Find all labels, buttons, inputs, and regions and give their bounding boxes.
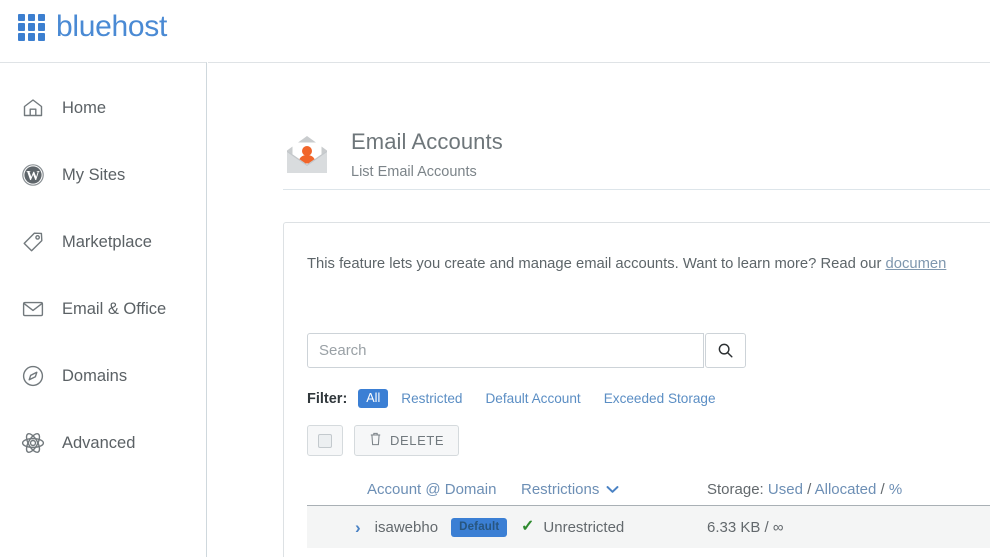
table-row[interactable]: › isawebho Default ✓ Unrestricted 6.33 K… [307, 506, 990, 548]
envelope-icon [20, 296, 46, 322]
compass-icon [20, 363, 46, 389]
sidebar-item-label: Domains [62, 366, 128, 385]
checkbox-icon [318, 433, 332, 448]
sidebar-item-my-sites[interactable]: W My Sites [0, 152, 206, 198]
column-header-account[interactable]: Account @ Domain [307, 481, 521, 498]
main-content: Email Accounts List Email Accounts This … [208, 62, 990, 557]
page-header: Email Accounts List Email Accounts [283, 127, 990, 180]
feature-description: This feature lets you create and manage … [307, 254, 946, 275]
storage-separator-2: / [880, 480, 885, 498]
sidebar-item-email-office[interactable]: Email & Office [0, 286, 206, 332]
tag-icon [20, 229, 46, 255]
table-header-row: Account @ Domain Restrictions Storage: U… [307, 473, 990, 506]
account-name: isawebho [374, 518, 439, 536]
home-icon [20, 95, 46, 121]
sidebar-item-domains[interactable]: Domains [0, 353, 206, 399]
column-header-storage-allocated[interactable]: Allocated [815, 481, 877, 498]
open-envelope-person-icon [283, 130, 331, 178]
status-badge: Default [451, 517, 508, 537]
filter-option-restricted[interactable]: Restricted [401, 391, 462, 406]
cell-account: › isawebho Default [307, 517, 521, 537]
sidebar-item-label: My Sites [62, 165, 126, 184]
filter-row: Filter: All Restricted Default Account E… [307, 389, 739, 408]
select-all-checkbox[interactable] [307, 425, 343, 456]
page-title: Email Accounts [351, 129, 503, 154]
sidebar: Home W My Sites Marketplace Email & Offi… [0, 62, 207, 557]
column-header-storage-percent[interactable]: % [889, 481, 902, 498]
sidebar-item-advanced[interactable]: Advanced [0, 420, 206, 466]
column-header-restrictions[interactable]: Restrictions [521, 481, 676, 498]
cell-storage: 6.33 KB / ∞ [707, 518, 784, 536]
sidebar-item-label: Home [62, 98, 107, 117]
column-header-restrictions-label: Restrictions [521, 480, 600, 498]
documentation-link[interactable]: documen [885, 256, 946, 272]
cell-restrictions: ✓ Unrestricted [521, 519, 676, 536]
table-toolbar: DELETE [307, 425, 460, 456]
sidebar-item-label: Email & Office [62, 299, 167, 318]
sidebar-item-home[interactable]: Home [0, 85, 206, 131]
filter-option-default-account[interactable]: Default Account [485, 391, 580, 406]
search-row [307, 333, 746, 368]
feature-description-text: This feature lets you create and manage … [307, 256, 886, 272]
wordpress-icon: W [20, 162, 46, 188]
check-icon: ✓ [521, 518, 535, 535]
storage-separator-1: / [807, 480, 812, 498]
column-header-storage: Storage: Used / Allocated / % [676, 481, 902, 498]
email-accounts-card: This feature lets you create and manage … [283, 222, 990, 557]
atom-icon [20, 430, 46, 456]
column-header-storage-prefix: Storage: [707, 480, 764, 498]
chevron-down-icon [606, 481, 619, 498]
sidebar-item-label: Advanced [62, 433, 136, 452]
header-divider [283, 189, 990, 190]
brand-name: bluehost [56, 10, 168, 43]
chevron-right-icon[interactable]: › [355, 519, 361, 536]
delete-button[interactable]: DELETE [354, 425, 460, 456]
trash-icon [369, 432, 382, 449]
sidebar-item-marketplace[interactable]: Marketplace [0, 219, 206, 265]
filter-option-exceeded-storage[interactable]: Exceeded Storage [604, 391, 716, 406]
delete-button-label: DELETE [390, 433, 445, 448]
filter-label: Filter: [307, 390, 348, 407]
sidebar-item-label: Marketplace [62, 232, 152, 251]
column-header-storage-used[interactable]: Used [768, 481, 803, 498]
page-subtitle: List Email Accounts [351, 164, 477, 181]
brand-logo[interactable]: bluehost [18, 12, 167, 42]
grid-squares-icon [18, 13, 45, 41]
filter-option-all[interactable]: All [358, 389, 389, 408]
search-input[interactable] [307, 333, 704, 368]
search-button[interactable] [705, 333, 746, 368]
top-bar: bluehost [0, 0, 990, 62]
svg-text:W: W [26, 168, 40, 183]
email-accounts-table: Account @ Domain Restrictions Storage: U… [307, 473, 990, 548]
restriction-value: Unrestricted [543, 518, 625, 536]
